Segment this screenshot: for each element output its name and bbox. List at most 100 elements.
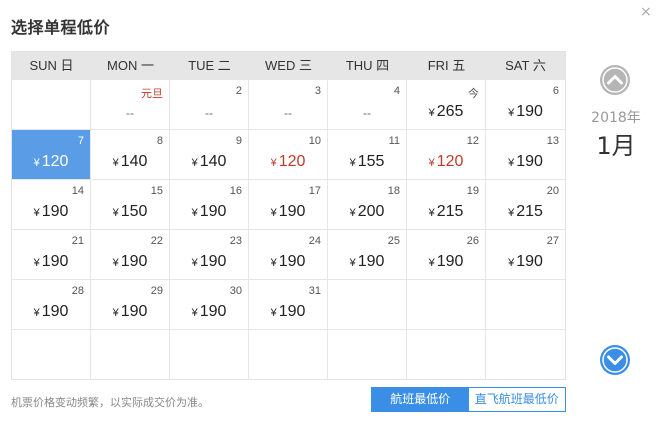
day-price: ¥190: [328, 253, 406, 271]
currency-symbol: ¥: [112, 157, 119, 169]
price-value: 265: [436, 103, 464, 120]
currency-symbol: ¥: [112, 207, 119, 219]
lowest-direct-flight-price-option[interactable]: 直飞航班最低价: [468, 388, 565, 411]
day-cell[interactable]: 3 --: [249, 80, 328, 130]
day-cell[interactable]: 22 ¥190: [91, 230, 170, 280]
price-value: 120: [436, 153, 464, 170]
day-number: 21: [71, 235, 84, 247]
empty-day-cell: [407, 280, 486, 330]
weekday-sat: SAT 六: [505, 58, 546, 73]
day-price: ¥200: [328, 203, 406, 221]
currency-symbol: ¥: [112, 257, 119, 269]
currency-symbol: ¥: [33, 307, 40, 319]
close-icon[interactable]: ×: [640, 3, 652, 21]
currency-symbol: ¥: [428, 257, 435, 269]
chevron-up-icon[interactable]: [599, 64, 631, 96]
day-price: ¥215: [407, 203, 485, 221]
day-cell[interactable]: 7 ¥120: [12, 130, 91, 180]
weekday-sun: SUN 日: [29, 58, 74, 73]
day-cell[interactable]: 30 ¥190: [170, 280, 249, 330]
day-price: ¥265: [407, 103, 485, 121]
lowest-flight-price-option[interactable]: 航班最低价: [372, 388, 469, 411]
price-value: 190: [41, 253, 69, 270]
price-value: 150: [120, 203, 148, 220]
day-cell[interactable]: 13 ¥190: [486, 130, 565, 180]
empty-day-cell: [170, 330, 249, 380]
day-cell[interactable]: 14 ¥190: [12, 180, 91, 230]
price-value: 190: [357, 253, 385, 270]
day-price: ¥190: [407, 253, 485, 271]
day-number: 16: [229, 185, 242, 197]
empty-day-cell: [91, 330, 170, 380]
day-number: 7: [77, 135, 84, 147]
day-price: ¥190: [12, 303, 90, 321]
day-cell[interactable]: 28 ¥190: [12, 280, 91, 330]
day-cell[interactable]: 19 ¥215: [407, 180, 486, 230]
day-cell[interactable]: 21 ¥190: [12, 230, 91, 280]
day-number: 10: [308, 135, 321, 147]
day-cell[interactable]: 17 ¥190: [249, 180, 328, 230]
day-price: ¥190: [486, 103, 565, 121]
day-number: 6: [552, 85, 559, 97]
day-number: 22: [150, 235, 163, 247]
day-cell[interactable]: 31 ¥190: [249, 280, 328, 330]
day-cell[interactable]: 2 --: [170, 80, 249, 130]
day-number: 12: [466, 135, 479, 147]
day-cell[interactable]: 23 ¥190: [170, 230, 249, 280]
price-value: 190: [199, 303, 227, 320]
day-price: ¥190: [486, 253, 565, 271]
day-number: 24: [308, 235, 321, 247]
calendar-month: 1月: [596, 132, 636, 160]
currency-symbol: ¥: [33, 257, 40, 269]
day-cell[interactable]: 15 ¥150: [91, 180, 170, 230]
day-cell[interactable]: 10 ¥120: [249, 130, 328, 180]
day-cell[interactable]: 11 ¥155: [328, 130, 407, 180]
price-value: 140: [120, 153, 148, 170]
day-price: ¥150: [91, 203, 169, 221]
price-value: 190: [41, 203, 69, 220]
day-number: 28: [71, 285, 84, 297]
currency-symbol: ¥: [270, 157, 277, 169]
chevron-down-icon[interactable]: [599, 344, 631, 376]
empty-day-cell: [328, 280, 407, 330]
day-cell[interactable]: 今 ¥265: [407, 80, 486, 130]
day-price: --: [126, 106, 134, 120]
day-number: 13: [546, 135, 559, 147]
day-cell[interactable]: 16 ¥190: [170, 180, 249, 230]
day-cell[interactable]: 20 ¥215: [486, 180, 565, 230]
day-price: ¥155: [328, 153, 406, 171]
day-number: 18: [387, 185, 400, 197]
empty-day-cell: [486, 330, 565, 380]
currency-symbol: ¥: [349, 257, 356, 269]
currency-symbol: ¥: [270, 307, 277, 319]
day-cell[interactable]: 26 ¥190: [407, 230, 486, 280]
day-cell[interactable]: 24 ¥190: [249, 230, 328, 280]
price-value: 190: [278, 203, 306, 220]
price-value: 190: [41, 303, 69, 320]
day-number: 26: [466, 235, 479, 247]
day-price: ¥190: [249, 253, 327, 271]
currency-symbol: ¥: [191, 307, 198, 319]
day-cell[interactable]: 18 ¥200: [328, 180, 407, 230]
day-price: --: [363, 106, 371, 120]
day-number: 17: [308, 185, 321, 197]
day-cell[interactable]: 29 ¥190: [91, 280, 170, 330]
day-price: ¥140: [170, 153, 248, 171]
day-cell[interactable]: 6 ¥190: [486, 80, 565, 130]
day-cell[interactable]: 4 --: [328, 80, 407, 130]
day-cell[interactable]: 25 ¥190: [328, 230, 407, 280]
day-cell[interactable]: 27 ¥190: [486, 230, 565, 280]
day-cell[interactable]: 元旦 --: [91, 80, 170, 130]
empty-day-cell: [249, 330, 328, 380]
day-cell[interactable]: 12 ¥120: [407, 130, 486, 180]
day-price: ¥190: [249, 303, 327, 321]
currency-symbol: ¥: [428, 107, 435, 119]
day-number: 9: [235, 135, 242, 147]
price-value: 200: [357, 203, 385, 220]
price-value: 120: [41, 153, 69, 170]
empty-day-cell: [486, 280, 565, 330]
currency-symbol: ¥: [112, 307, 119, 319]
day-cell[interactable]: 9 ¥140: [170, 130, 249, 180]
day-number: 20: [546, 185, 559, 197]
day-cell[interactable]: 8 ¥140: [91, 130, 170, 180]
